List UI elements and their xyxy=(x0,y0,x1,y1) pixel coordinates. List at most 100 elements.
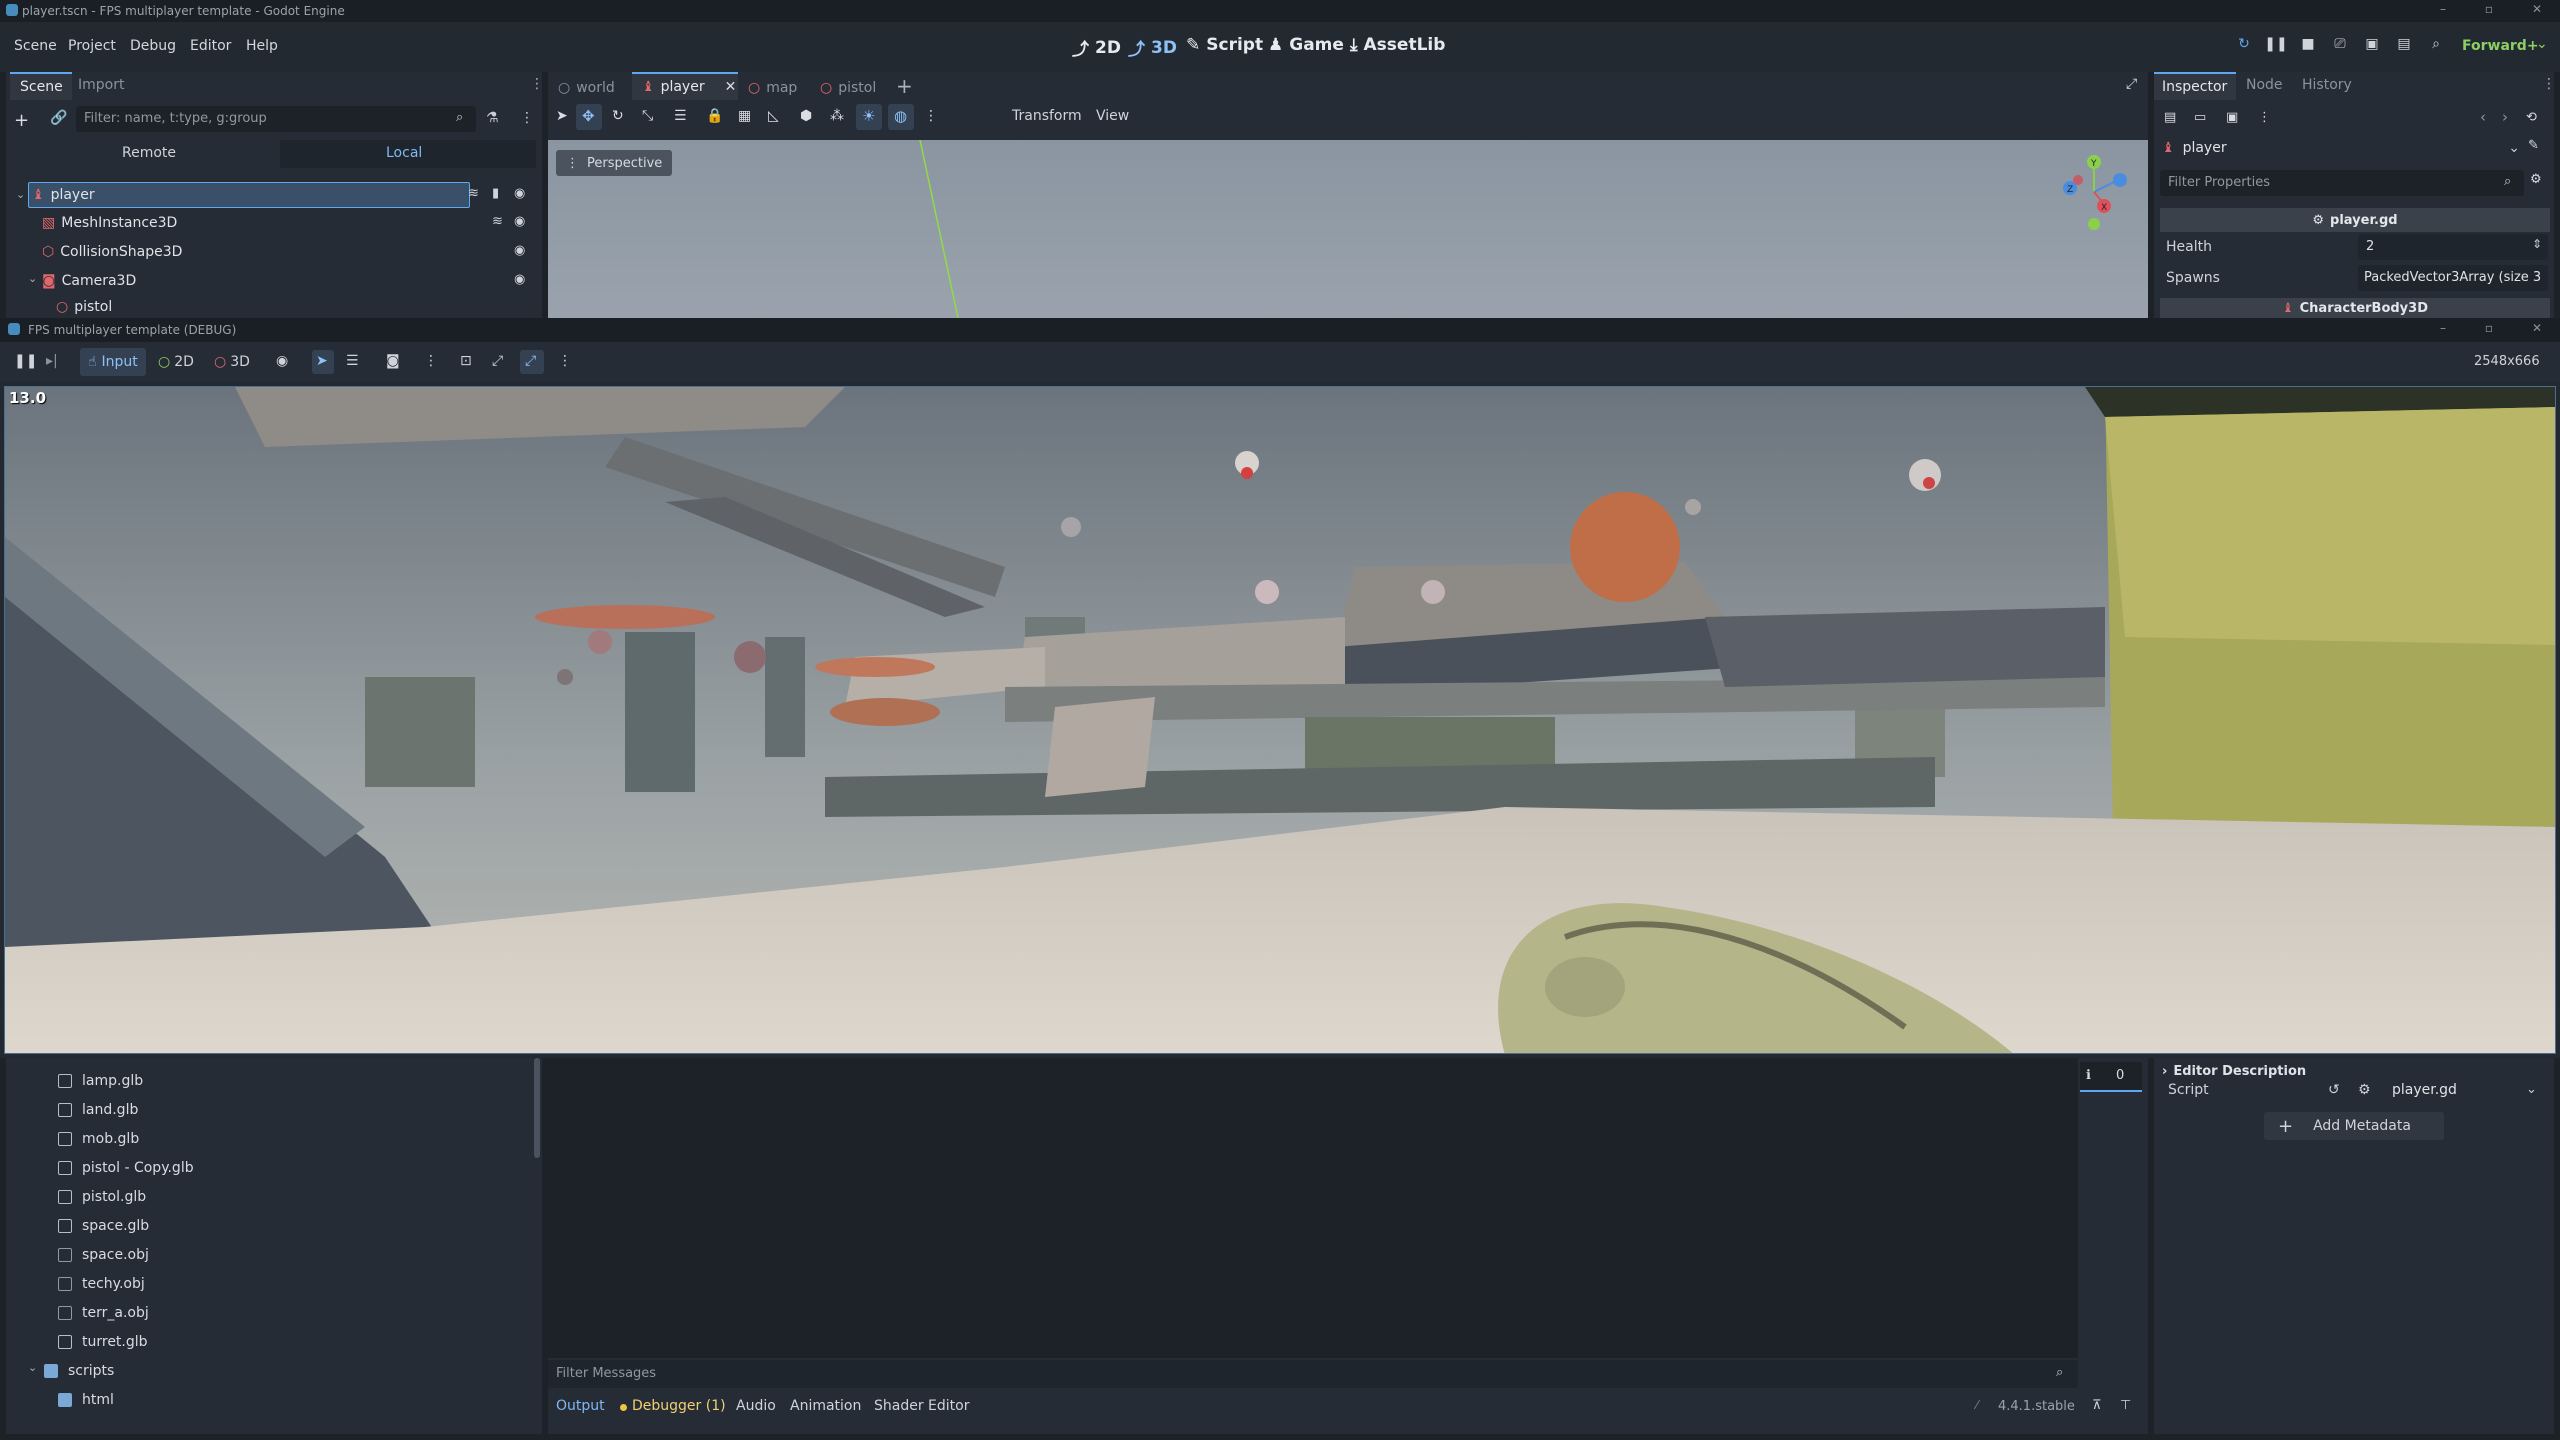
tab-history[interactable]: History xyxy=(2302,77,2352,93)
tab-import[interactable]: Import xyxy=(78,77,124,93)
visibility-eye-icon[interactable]: ◉ xyxy=(276,353,288,369)
remote-tree-button[interactable]: Remote xyxy=(12,140,280,168)
minimize-icon[interactable]: – xyxy=(2428,321,2458,339)
scale-tool-icon[interactable]: ⤡ xyxy=(642,108,653,124)
collapse-arrow-icon[interactable]: ⌄ xyxy=(28,1361,37,1374)
new-resource-icon[interactable]: ▤ xyxy=(2164,110,2176,125)
3d-viewport[interactable]: ⋮ Perspective Y X Z xyxy=(548,140,2148,318)
maximize-icon[interactable]: ▫ xyxy=(2474,321,2504,339)
tab-player[interactable]: ♝ player ✕ xyxy=(632,72,738,100)
tab-pistol[interactable]: ○ pistol xyxy=(820,76,876,100)
property-spawns-value[interactable]: PackedVector3Array (size 3 xyxy=(2358,265,2548,291)
script-resource-picker[interactable]: player.gd ⌄ xyxy=(2386,1078,2546,1104)
main-screen-game-button[interactable]: ♟ Game xyxy=(1268,35,1344,55)
pause-icon[interactable]: ❚❚ xyxy=(14,353,37,369)
file-turret-glb[interactable]: turret.glb xyxy=(58,1327,148,1356)
file-lamp-glb[interactable]: lamp.glb xyxy=(58,1066,143,1095)
tab-shader-editor[interactable]: Shader Editor xyxy=(874,1398,969,1414)
scene-node-meshinstance3d[interactable]: ▧ MeshInstance3D xyxy=(42,209,177,237)
list-select-icon[interactable]: ☰ xyxy=(674,108,687,124)
tab-world[interactable]: ○ world xyxy=(558,76,615,100)
file-land-glb[interactable]: land.glb xyxy=(58,1095,138,1124)
menu-debug[interactable]: Debug xyxy=(130,38,176,54)
link-icon[interactable]: 🔗 xyxy=(50,110,67,126)
transform-menu[interactable]: Transform xyxy=(1012,108,1082,124)
history-back-icon[interactable]: ‹ xyxy=(2480,108,2486,126)
visibility-eye-icon[interactable]: ◉ xyxy=(514,186,525,201)
output-log[interactable] xyxy=(548,1058,2078,1358)
tab-animation[interactable]: Animation xyxy=(790,1398,861,1414)
scene-node-collisionshape3d[interactable]: ⬡ CollisionShape3D xyxy=(42,238,182,266)
tab-debugger[interactable]: Debugger (1) xyxy=(632,1398,726,1414)
select-tool-icon[interactable]: ➤ xyxy=(556,108,568,124)
filter-properties-input[interactable]: Filter Properties ⌕ xyxy=(2160,170,2524,196)
signal-icon[interactable]: ≋ xyxy=(468,186,479,201)
snap-icon[interactable]: ⁂ xyxy=(830,108,844,124)
rotate-tool-icon[interactable]: ↻ xyxy=(612,108,624,124)
pin-icon[interactable]: ⊼ xyxy=(2092,1398,2102,1413)
movie-maker-icon[interactable]: ⌕ xyxy=(2424,36,2448,58)
lock-icon[interactable]: 🔒 xyxy=(706,108,723,124)
script-section-header[interactable]: ⚙ player.gd xyxy=(2160,208,2550,232)
visibility-eye-icon[interactable]: ◉ xyxy=(514,243,525,258)
filesystem-scrollbar[interactable] xyxy=(534,1058,540,1158)
menu-project[interactable]: Project xyxy=(68,38,116,54)
file-terr-a-obj[interactable]: terr_a.obj xyxy=(58,1298,149,1327)
file-pistol-glb[interactable]: pistol.glb xyxy=(58,1182,146,1211)
version-label[interactable]: 4.4.1.stable xyxy=(1998,1399,2075,1414)
menu-editor[interactable]: Editor xyxy=(190,38,231,54)
scene-filter-input[interactable]: Filter: name, t:type, g:group ⌕ xyxy=(76,106,476,132)
save-icon[interactable]: ▣ xyxy=(2226,110,2238,125)
add-node-icon[interactable]: + xyxy=(14,110,29,131)
select-2d-button[interactable]: ○ 2D xyxy=(158,348,194,376)
close-tab-icon[interactable]: ✕ xyxy=(725,79,737,95)
close-icon[interactable]: ✕ xyxy=(2522,321,2552,339)
history-forward-icon[interactable]: › xyxy=(2502,108,2508,126)
main-screen-script-button[interactable]: ✎ Script xyxy=(1186,35,1263,55)
object-properties-icon[interactable]: ✎ xyxy=(2528,138,2539,153)
tab-output[interactable]: Output xyxy=(556,1398,605,1414)
main-screen-assetlib-button[interactable]: ⤓ AssetLib xyxy=(1350,35,1445,55)
visibility-eye-icon[interactable]: ◉ xyxy=(514,214,525,229)
tab-audio[interactable]: Audio xyxy=(736,1398,776,1414)
update-spinner-icon[interactable]: ⁄ xyxy=(1976,1398,1978,1412)
filter-messages-input[interactable]: Filter Messages ⌕ xyxy=(548,1360,2078,1388)
menu-help[interactable]: Help xyxy=(246,38,278,54)
add-metadata-button[interactable]: + Add Metadata xyxy=(2264,1112,2444,1140)
folder-html[interactable]: html xyxy=(58,1385,114,1414)
local-tree-button[interactable]: Local xyxy=(280,140,536,168)
tab-inspector[interactable]: Inspector xyxy=(2154,72,2236,100)
collapse-arrow-icon[interactable]: ⌄ xyxy=(28,272,37,285)
view-gizmo[interactable]: Y X Z xyxy=(2056,154,2132,230)
dock-menu-icon[interactable]: ⋮ xyxy=(530,76,544,92)
list-select-icon[interactable]: ☰ xyxy=(346,353,359,369)
remote-debug-icon[interactable]: ⎚ xyxy=(2328,36,2352,58)
local-space-icon[interactable]: ⬢ xyxy=(800,108,812,124)
add-tab-icon[interactable]: + xyxy=(896,74,913,98)
file-space-obj[interactable]: space.obj xyxy=(58,1240,149,1269)
input-mode-button[interactable]: ☝ Input xyxy=(80,348,146,376)
main-screen-3d-button[interactable]: ⤴ 3D xyxy=(1128,35,1177,61)
minimize-icon[interactable]: – xyxy=(2428,2,2458,20)
tab-map[interactable]: ○ map xyxy=(748,76,797,100)
file-pistol-copy-glb[interactable]: pistol - Copy.glb xyxy=(58,1153,194,1182)
more-options-icon[interactable]: ⋮ xyxy=(558,353,572,369)
folder-scripts[interactable]: scripts xyxy=(44,1356,114,1385)
view-menu[interactable]: View xyxy=(1096,108,1129,124)
object-selector[interactable]: ♝ player ⌄ xyxy=(2162,136,2522,160)
editor-description-section[interactable]: › Editor Description xyxy=(2162,1060,2306,1082)
pause-icon[interactable]: ❚❚ xyxy=(2264,36,2288,58)
camera-override-icon[interactable]: ◙ xyxy=(386,353,400,369)
property-options-icon[interactable]: ⚙ xyxy=(2530,172,2542,187)
scene-node-camera3d[interactable]: ◙ Camera3D xyxy=(42,267,136,295)
file-mob-glb[interactable]: mob.glb xyxy=(58,1124,139,1153)
game-render-view[interactable]: 13.0 xyxy=(4,386,2556,1054)
tab-node[interactable]: Node xyxy=(2246,77,2283,93)
select-3d-button[interactable]: ○ 3D xyxy=(214,348,250,376)
ruler-icon[interactable]: ◺ xyxy=(768,108,779,124)
filter-script-icon[interactable]: ⚗ xyxy=(486,110,499,126)
perspective-menu[interactable]: ⋮ Perspective xyxy=(556,150,673,176)
scene-node-pistol[interactable]: ○ pistol xyxy=(56,296,112,318)
file-space-glb[interactable]: space.glb xyxy=(58,1211,149,1240)
scene-options-icon[interactable]: ⋮ xyxy=(520,110,534,126)
